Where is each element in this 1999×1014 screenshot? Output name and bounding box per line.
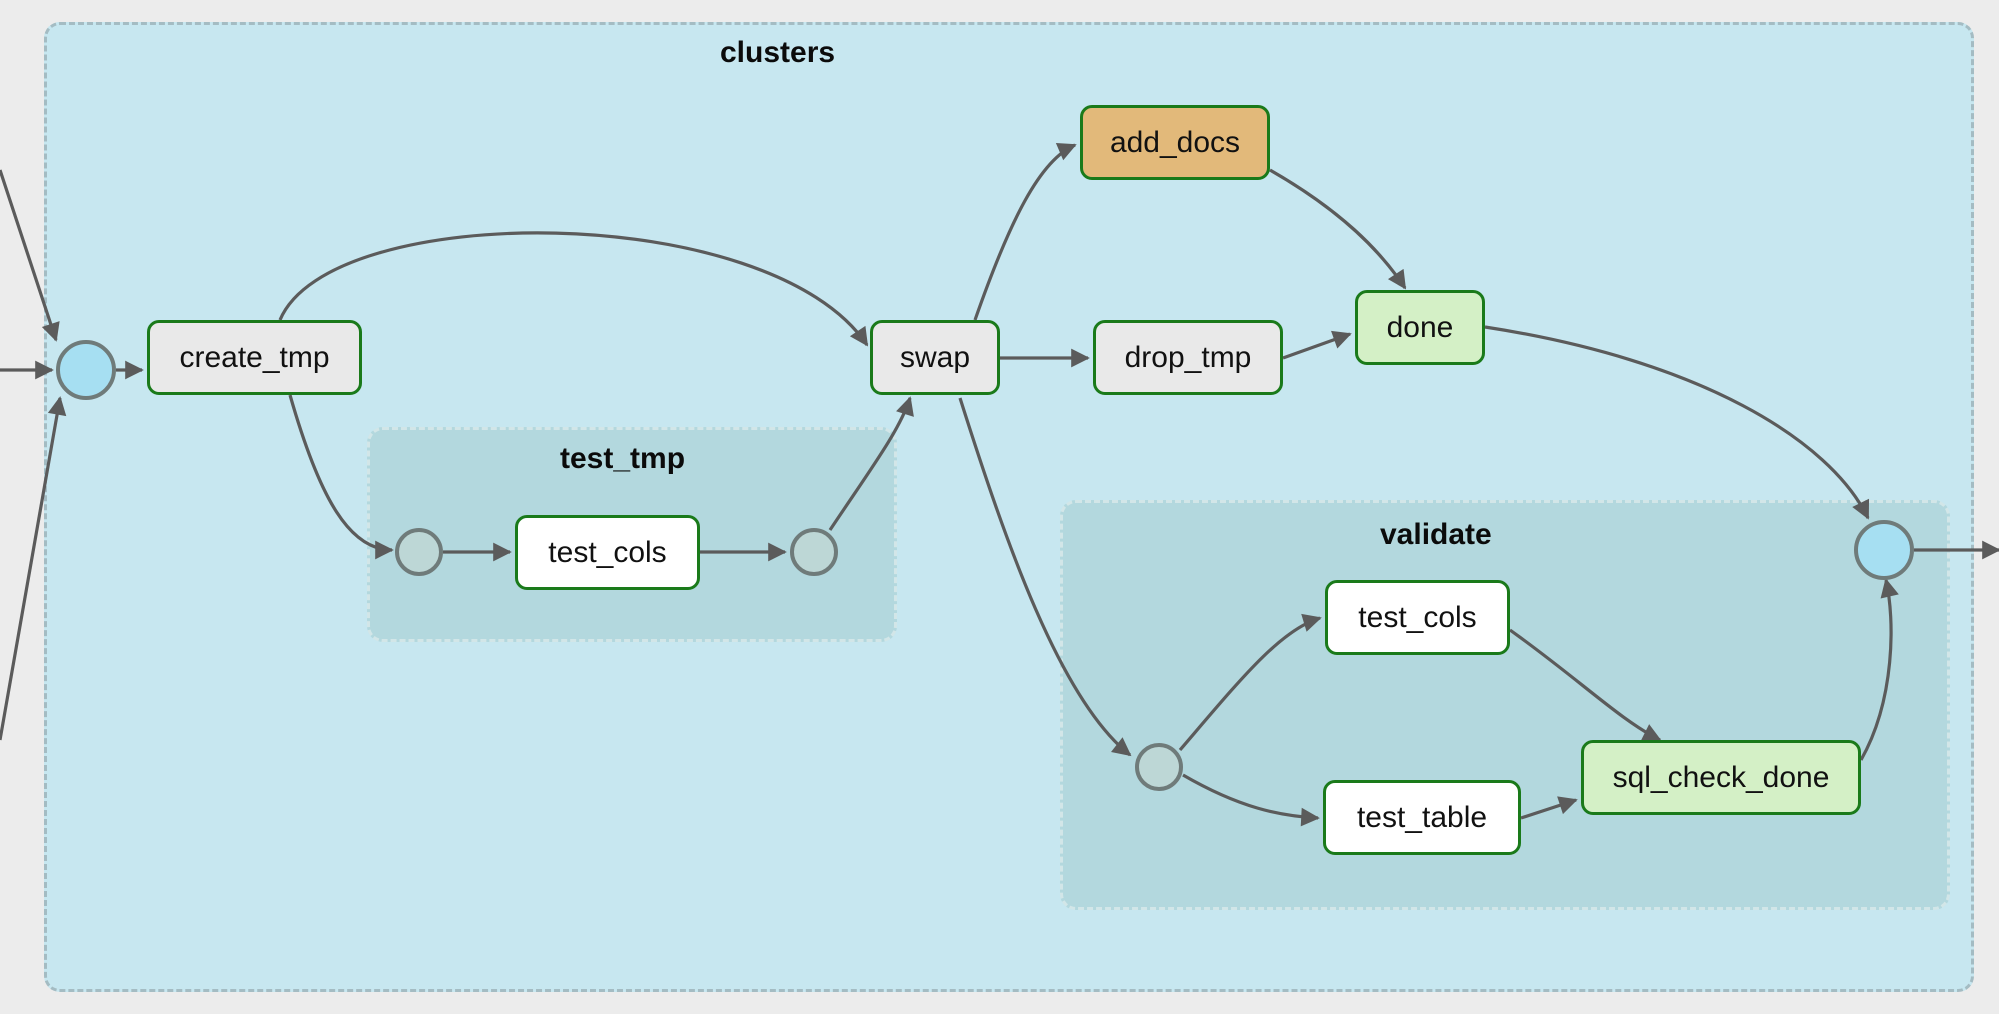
node-test-table[interactable]: test_table [1323, 780, 1521, 855]
test-tmp-in-circle[interactable] [395, 528, 443, 576]
node-label: create_tmp [179, 341, 329, 375]
test-tmp-out-circle[interactable] [790, 528, 838, 576]
node-done[interactable]: done [1355, 290, 1485, 365]
node-test-cols-1[interactable]: test_cols [515, 515, 700, 590]
node-create-tmp[interactable]: create_tmp [147, 320, 362, 395]
dag-canvas[interactable]: clusters test_tmp validate create_tmp sw… [0, 0, 1999, 1014]
group-title-clusters: clusters [720, 36, 835, 70]
node-add-docs[interactable]: add_docs [1080, 105, 1270, 180]
node-test-cols-2[interactable]: test_cols [1325, 580, 1510, 655]
node-label: sql_check_done [1613, 761, 1830, 795]
end-circle[interactable] [1854, 520, 1914, 580]
node-swap[interactable]: swap [870, 320, 1000, 395]
node-label: done [1387, 311, 1454, 345]
node-sql-check-done[interactable]: sql_check_done [1581, 740, 1861, 815]
node-label: test_cols [1358, 601, 1476, 635]
group-title-test-tmp: test_tmp [560, 442, 685, 476]
node-label: test_cols [548, 536, 666, 570]
validate-in-circle[interactable] [1135, 743, 1183, 791]
node-label: add_docs [1110, 126, 1240, 160]
node-drop-tmp[interactable]: drop_tmp [1093, 320, 1283, 395]
node-label: drop_tmp [1125, 341, 1252, 375]
group-title-validate: validate [1380, 518, 1492, 552]
start-circle[interactable] [56, 340, 116, 400]
node-label: test_table [1357, 801, 1487, 835]
node-label: swap [900, 341, 970, 375]
